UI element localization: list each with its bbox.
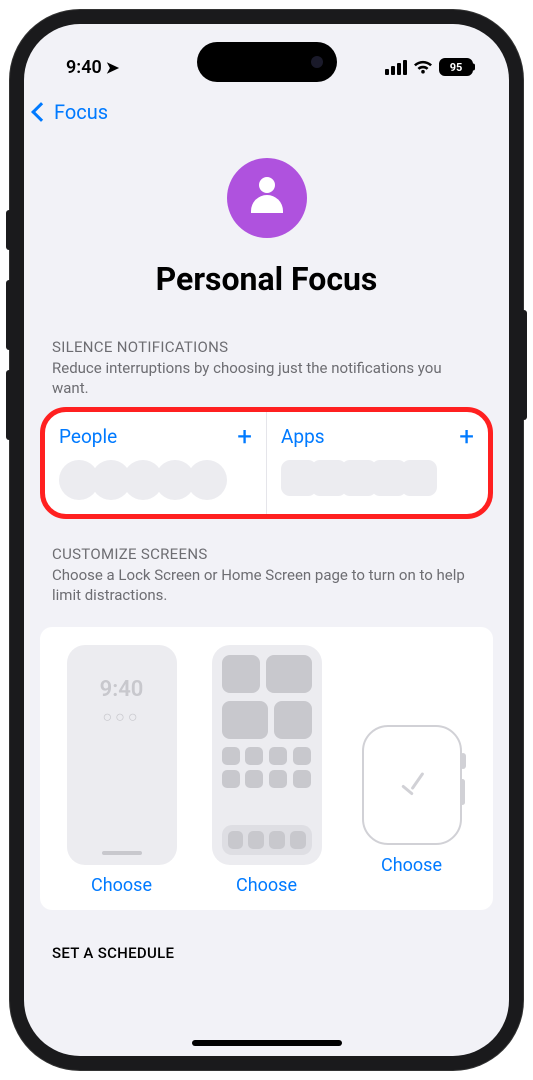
battery-level: 95 <box>450 61 463 74</box>
chevron-left-icon <box>31 102 51 122</box>
watch-face-icon <box>392 765 432 805</box>
side-button <box>6 210 12 250</box>
home-indicator[interactable] <box>192 1040 342 1046</box>
schedule-section-title: SET A SCHEDULE <box>24 910 509 962</box>
apps-card[interactable]: Apps + <box>266 412 488 514</box>
lock-screen-preview: 9:40 ○○○ <box>67 645 177 865</box>
power-button <box>521 310 527 420</box>
people-placeholders <box>59 460 252 500</box>
back-label: Focus <box>54 100 108 124</box>
silence-card-highlight: People + Apps + <box>40 407 493 519</box>
screens-section-header: CUSTOMIZE SCREENS Choose a Lock Screen o… <box>24 519 509 614</box>
lock-complications: ○○○ <box>67 707 177 727</box>
add-apps-icon[interactable]: + <box>459 424 474 450</box>
page-title: Personal Focus <box>44 260 489 298</box>
silence-title: SILENCE NOTIFICATIONS <box>52 338 481 356</box>
person-icon <box>246 177 288 219</box>
home-screen-preview <box>212 645 322 865</box>
choose-home-button[interactable]: Choose <box>236 875 297 896</box>
watch-option[interactable]: Choose <box>344 645 479 896</box>
screen: 9:40 ➤ 95 Focus <box>24 24 509 1056</box>
lock-time: 9:40 <box>67 677 177 702</box>
customize-screens-card: 9:40 ○○○ Choose C <box>40 627 493 910</box>
dynamic-island <box>197 42 337 82</box>
lock-screen-option[interactable]: 9:40 ○○○ Choose <box>54 645 189 896</box>
apps-placeholders <box>281 460 474 496</box>
focus-avatar <box>227 158 307 238</box>
home-screen-option[interactable]: Choose <box>199 645 334 896</box>
choose-lock-button[interactable]: Choose <box>91 875 152 896</box>
volume-up-button <box>6 280 12 350</box>
watch-preview <box>362 725 462 845</box>
location-icon: ➤ <box>106 58 119 77</box>
screens-desc: Choose a Lock Screen or Home Screen page… <box>52 565 481 606</box>
apps-label: Apps <box>281 425 325 448</box>
add-people-icon[interactable]: + <box>237 424 252 450</box>
screens-title: CUSTOMIZE SCREENS <box>52 545 481 563</box>
battery-icon: 95 <box>439 58 473 76</box>
people-label: People <box>59 425 117 448</box>
phone-frame: 9:40 ➤ 95 Focus <box>10 10 523 1070</box>
choose-watch-button[interactable]: Choose <box>381 855 442 876</box>
lock-home-indicator <box>102 851 142 855</box>
silence-section-header: SILENCE NOTIFICATIONS Reduce interruptio… <box>24 338 509 407</box>
nav-bar: Focus <box>24 86 509 128</box>
volume-down-button <box>6 370 12 440</box>
status-time: 9:40 <box>66 57 102 78</box>
cellular-signal-icon <box>385 60 407 75</box>
back-button[interactable]: Focus <box>34 100 108 124</box>
silence-desc: Reduce interruptions by choosing just th… <box>52 358 481 399</box>
page-header: Personal Focus <box>24 128 509 338</box>
people-card[interactable]: People + <box>45 412 266 514</box>
wifi-icon <box>413 60 433 75</box>
